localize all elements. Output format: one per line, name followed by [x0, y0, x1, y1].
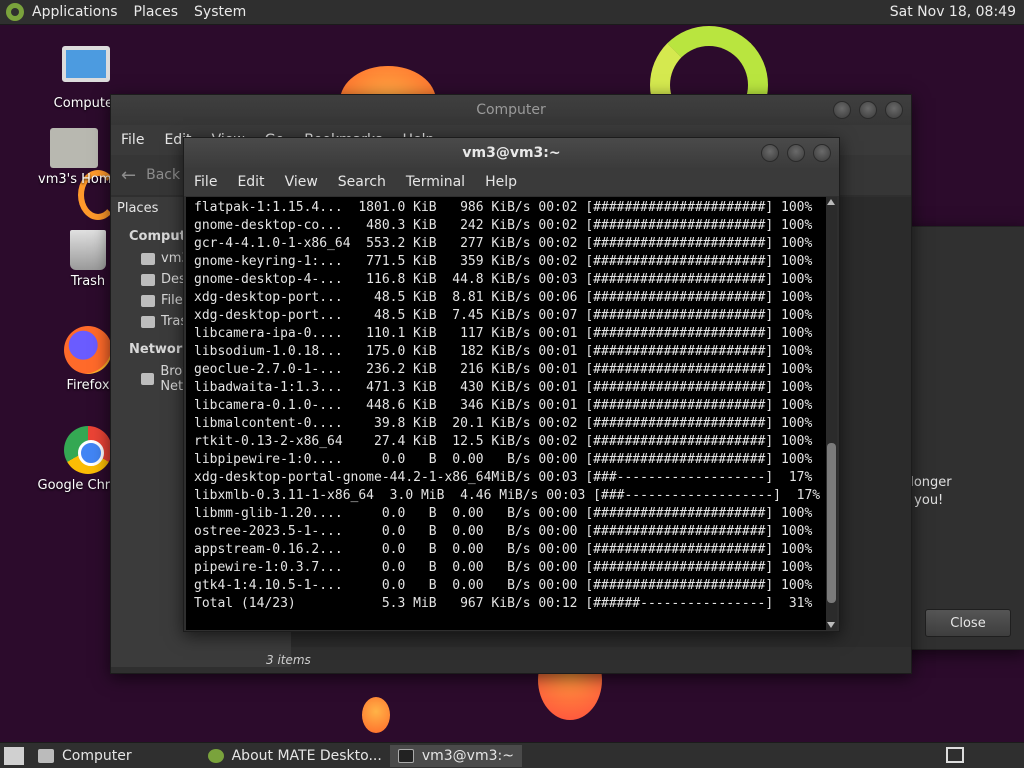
- terminal-scrollbar[interactable]: [826, 197, 837, 630]
- terminal-line: ostree-2023.5-1-... 0.0 B 0.00 B/s 00:00…: [194, 524, 813, 539]
- menu-view[interactable]: View: [285, 174, 318, 190]
- taskbar-item-computer[interactable]: Computer: [30, 745, 140, 767]
- terminal-line: gtk4-1:4.10.5-1-... 0.0 B 0.00 B/s 00:00…: [194, 578, 813, 593]
- back-button[interactable]: Back: [146, 167, 180, 183]
- close-window-button[interactable]: [885, 101, 903, 119]
- desktop-icon-label: vm3's Home: [38, 172, 110, 187]
- terminal-line: gnome-desktop-4-... 116.8 KiB 44.8 KiB/s…: [194, 272, 813, 287]
- menu-help[interactable]: Help: [485, 174, 517, 190]
- terminal-line: xdg-desktop-port... 48.5 KiB 7.45 KiB/s …: [194, 308, 813, 323]
- terminal-line: geoclue-2.7.0-1-... 236.2 KiB 216 KiB/s …: [194, 362, 813, 377]
- menubar: File Edit View Search Terminal Help: [184, 168, 839, 196]
- status-bar: 3 items: [266, 653, 311, 667]
- terminal-line: xdg-desktop-portal-gnome-44.2-1-x86_64Mi…: [194, 470, 813, 485]
- terminal-line: flatpak-1:1.15.4... 1801.0 KiB 986 KiB/s…: [194, 200, 813, 215]
- maximize-button[interactable]: [787, 144, 805, 162]
- top-panel: Applications Places System Sat Nov 18, 0…: [0, 0, 1024, 25]
- terminal-line: rtkit-0.13-2-x86_64 27.4 KiB 12.5 KiB/s …: [194, 434, 813, 449]
- terminal-line: libsodium-1.0.18... 175.0 KiB 182 KiB/s …: [194, 344, 813, 359]
- bottom-panel: Computer About MATE Deskto... vm3@vm3:~: [0, 742, 1024, 768]
- terminal-line: libpipewire-1:0.... 0.0 B 0.00 B/s 00:00…: [194, 452, 813, 467]
- close-window-button[interactable]: [813, 144, 831, 162]
- applications-menu[interactable]: Applications: [32, 4, 118, 20]
- menu-terminal[interactable]: Terminal: [406, 174, 465, 190]
- computer-icon: [38, 748, 54, 763]
- menu-file[interactable]: File: [121, 132, 144, 148]
- scrollbar-thumb[interactable]: [827, 443, 836, 603]
- places-dropdown[interactable]: Places: [117, 201, 158, 216]
- terminal-line: Total (14/23) 5.3 MiB 967 KiB/s 00:12 [#…: [194, 596, 813, 611]
- terminal-line: libmm-glib-1.20.... 0.0 B 0.00 B/s 00:00…: [194, 506, 813, 521]
- places-menu[interactable]: Places: [134, 4, 179, 20]
- drive-icon: [141, 294, 155, 307]
- network-icon: [141, 373, 155, 385]
- desktop-icon-home[interactable]: vm3's Home: [38, 128, 110, 187]
- terminal-line: gcr-4-4.1.0-1-x86_64 553.2 KiB 277 KiB/s…: [194, 236, 813, 251]
- desktop-icon: [141, 273, 155, 286]
- terminal-line: libadwaita-1:1.3... 471.3 KiB 430 KiB/s …: [194, 380, 813, 395]
- chrome-icon: [64, 426, 112, 474]
- menu-edit[interactable]: Edit: [237, 174, 264, 190]
- terminal-icon: [397, 748, 414, 763]
- system-menu[interactable]: System: [194, 4, 246, 20]
- terminal-line: pipewire-1:0.3.7... 0.0 B 0.00 B/s 00:00…: [194, 560, 813, 575]
- window-title: Computer: [476, 102, 546, 118]
- terminal-line: gnome-desktop-co... 480.3 KiB 242 KiB/s …: [194, 218, 813, 233]
- mate-logo-icon[interactable]: [6, 3, 24, 21]
- show-desktop-icon[interactable]: [4, 746, 24, 765]
- mate-logo-icon: [207, 748, 224, 763]
- trash-icon: [70, 230, 106, 270]
- workspace-switcher[interactable]: [946, 747, 964, 763]
- home-icon: [141, 252, 155, 265]
- scroll-up-arrow-icon[interactable]: [827, 199, 835, 205]
- scroll-down-arrow-icon[interactable]: [827, 622, 835, 628]
- trash-icon: [141, 315, 155, 328]
- taskbar-item-about[interactable]: About MATE Deskto...: [200, 745, 390, 767]
- terminal-line: xdg-desktop-port... 48.5 KiB 8.81 KiB/s …: [194, 290, 813, 305]
- maximize-button[interactable]: [859, 101, 877, 119]
- terminal-line: libmalcontent-0.... 39.8 KiB 20.1 KiB/s …: [194, 416, 813, 431]
- window-title: vm3@vm3:~: [462, 145, 561, 161]
- terminal-output[interactable]: flatpak-1:1.15.4... 1801.0 KiB 986 KiB/s…: [186, 197, 828, 630]
- clock[interactable]: Sat Nov 18, 08:49: [890, 4, 1016, 20]
- terminal-window: vm3@vm3:~ File Edit View Search Terminal…: [183, 137, 840, 632]
- terminal-line: gnome-keyring-1:... 771.5 KiB 359 KiB/s …: [194, 254, 813, 269]
- firefox-icon: [64, 326, 112, 374]
- home-folder-icon: [50, 128, 98, 168]
- menu-search[interactable]: Search: [338, 174, 386, 190]
- window-titlebar[interactable]: vm3@vm3:~: [184, 138, 839, 168]
- minimize-button[interactable]: [833, 101, 851, 119]
- computer-icon: [62, 46, 110, 82]
- terminal-line: libcamera-ipa-0.... 110.1 KiB 117 KiB/s …: [194, 326, 813, 341]
- terminal-line: appstream-0.16.2... 0.0 B 0.00 B/s 00:00…: [194, 542, 813, 557]
- minimize-button[interactable]: [761, 144, 779, 162]
- taskbar-item-terminal[interactable]: vm3@vm3:~: [389, 744, 522, 767]
- back-arrow-icon[interactable]: ←: [121, 165, 136, 186]
- terminal-line: libxmlb-0.3.11-1-x86_64 3.0 MiB 4.46 MiB…: [194, 488, 821, 503]
- terminal-line: libcamera-0.1.0-... 448.6 KiB 346 KiB/s …: [194, 398, 813, 413]
- menu-file[interactable]: File: [194, 174, 217, 190]
- close-button[interactable]: Close: [925, 609, 1011, 637]
- wallpaper-shape: [362, 697, 390, 733]
- window-titlebar[interactable]: Computer: [111, 95, 911, 125]
